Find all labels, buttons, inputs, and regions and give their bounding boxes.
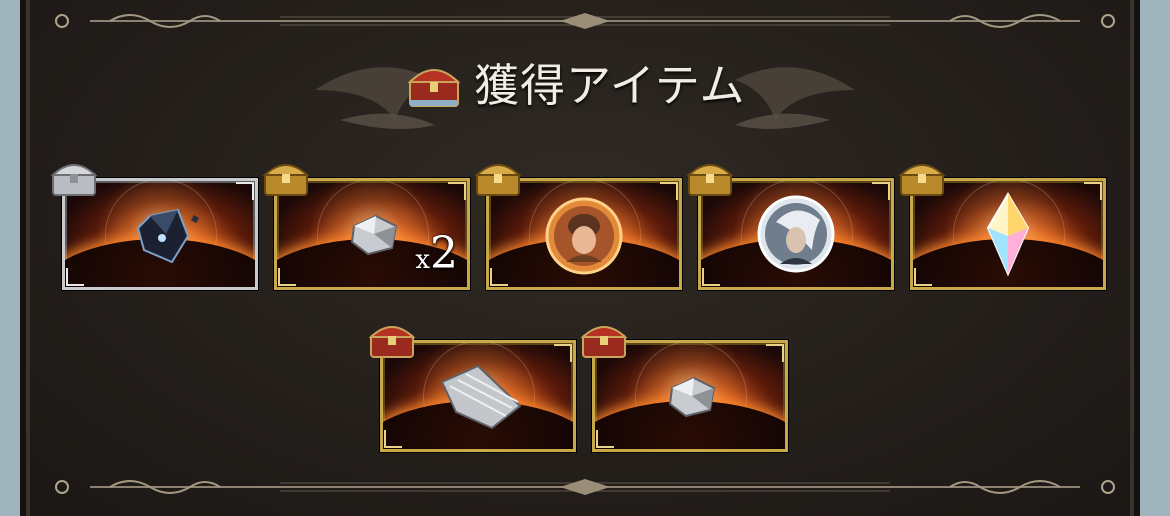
reward-item-card[interactable] (474, 164, 682, 290)
item-quantity: x2 (415, 228, 458, 279)
frame-corner (554, 344, 572, 362)
gold-chest-icon (262, 164, 310, 196)
rainbow-crystal-icon (986, 192, 1030, 276)
silver-ore-chunk-icon (668, 376, 716, 418)
frame-corner (702, 268, 720, 286)
reward-item-card[interactable] (898, 164, 1106, 290)
gold-chest-icon (474, 164, 522, 196)
frame-corner (596, 430, 614, 448)
gold-chest-icon (686, 164, 734, 196)
frame-corner (1084, 182, 1102, 200)
red-chest-icon (580, 326, 628, 358)
reward-item-card[interactable] (580, 326, 788, 452)
character-portrait-orb-icon (545, 197, 623, 275)
reward-item-card[interactable] (368, 326, 576, 452)
gold-chest-icon (898, 164, 946, 196)
frame-corner (278, 268, 296, 286)
reward-item-card[interactable] (50, 164, 258, 290)
frame-corner (490, 268, 508, 286)
frame-corner (914, 268, 932, 286)
frame-corner (872, 182, 890, 200)
dark-crystal-fragment-icon (136, 208, 200, 264)
frame-corner (766, 344, 784, 362)
summon-portrait-orb-icon (757, 195, 835, 273)
reward-item-card[interactable]: x2 (262, 164, 470, 290)
reward-item-card[interactable] (686, 164, 894, 290)
panel-left-edge (26, 0, 30, 516)
silver-ore-chunk-icon (350, 214, 398, 256)
silver-chest-icon (50, 164, 98, 196)
red-chest-icon (368, 326, 416, 358)
silver-feather-plate-icon (440, 364, 522, 430)
page-title: 獲得アイテム (474, 59, 746, 112)
frame-corner (66, 268, 84, 286)
panel-right-edge (1130, 0, 1134, 516)
frame-corner (660, 182, 678, 200)
top-ornament-divider (55, 13, 1115, 29)
frame-corner (448, 182, 466, 200)
frame-corner (384, 430, 402, 448)
frame-corner (236, 182, 254, 200)
bottom-ornament-divider (55, 479, 1115, 495)
title-chest-icon (407, 69, 461, 107)
